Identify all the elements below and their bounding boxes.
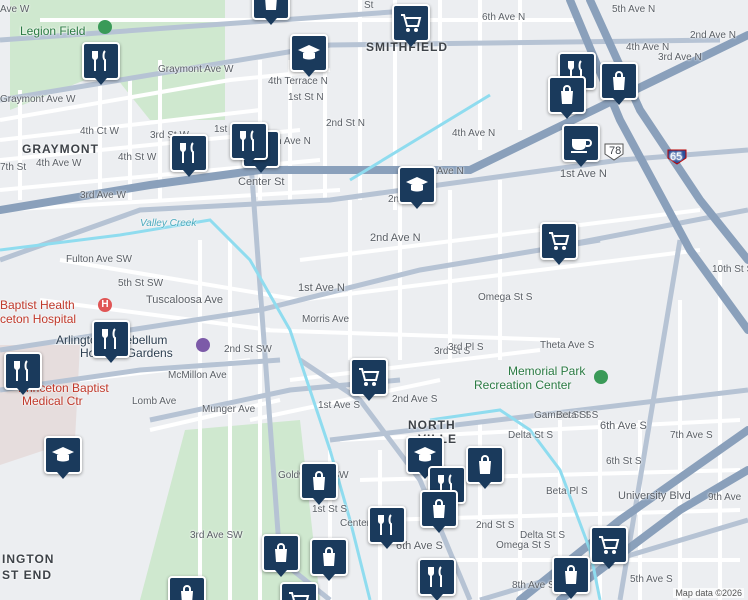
hospital-icon[interactable]: H [98,298,112,312]
street-label: 2nd Ave S [392,394,438,405]
street-label: 1st St N [288,92,324,103]
street-label: 9th Ave [708,492,742,503]
street-label: 6th Ave S [600,420,647,432]
shopping-bag-icon[interactable] [262,534,300,577]
street-label: 3rd Ave W [80,190,126,201]
stadium-icon[interactable] [98,20,112,34]
coffee-icon[interactable] [562,124,600,167]
street-label: Delta St S [508,430,554,441]
street-label: 5th Ave S [630,574,673,585]
street-label: 6th Ave N [482,12,526,23]
street-label: 10th St S [712,264,748,275]
street-label: 2nd St N [326,118,365,129]
map-canvas[interactable]: GRAYMONT SMITHFIELD NORTH VILLE INGTON S… [0,0,748,600]
street-label: Omega St S [496,540,551,551]
school-icon[interactable] [290,34,328,77]
shopping-bag-icon[interactable] [466,446,504,489]
restaurant-icon[interactable] [4,352,42,395]
street-label: Graymont Ave W [0,94,76,105]
restaurant-icon[interactable] [92,320,130,363]
poi-label-memorial-park-2[interactable]: Recreation Center [474,378,571,392]
school-icon[interactable] [44,436,82,479]
street-label: 2nd St SW [224,344,272,355]
museum-icon[interactable] [196,338,210,352]
shopping-bag-icon[interactable] [252,0,290,25]
highway-shield-us78: 78 [609,145,622,157]
street-label: Fulton Ave SW [66,254,132,265]
area-label-north: NORTH [408,418,456,432]
poi-label-baptist-health[interactable]: Baptist Health [0,298,75,312]
street-label: McMillon Ave [168,370,227,381]
street-label: 2nd St S [476,520,515,531]
shopping-bag-icon[interactable] [600,62,638,105]
street-label: 7th St [0,162,27,173]
street-label: 6th St S [606,456,642,467]
restaurant-icon[interactable] [418,558,456,600]
restaurant-icon[interactable] [230,122,268,165]
street-label: Lomb Ave [132,396,177,407]
street-label: Morris Ave [302,314,350,325]
poi-label-baptist-health-2[interactable]: ceton Hospital [0,312,76,326]
street-label: 4th Ave N [452,128,496,139]
street-label: Delta St S [520,530,566,541]
street-label: 7th Ave S [670,430,713,441]
area-label-graymont: GRAYMONT [22,142,99,156]
school-icon[interactable] [398,166,436,209]
shopping-cart-icon[interactable] [540,222,578,265]
street-label: Beta Pl S [546,486,588,497]
water-label-valley-creek: Valley Creek [140,218,197,229]
street-label: University Blvd [618,490,691,502]
poi-label-princeton-2[interactable]: Medical Ctr [22,394,83,408]
street-label: h Ave N [276,136,311,147]
street-label: St [364,0,374,11]
street-label: 5th Ave N [612,4,656,15]
street-label: 1st Ave N [298,282,345,294]
street-label: Tuscaloosa Ave [146,294,224,306]
street-label: 3rd Ave N [658,52,702,63]
street-label: 5th St SW [118,278,164,289]
shopping-bag-icon[interactable] [310,538,348,581]
street-label: Center St [238,176,285,188]
street-label: Theta Ave S [540,340,595,351]
street-label: 4th Terrace N [268,76,328,87]
shopping-cart-icon[interactable] [590,526,628,569]
map-attribution: Map data ©2026 [673,588,744,598]
shopping-bag-icon[interactable] [552,556,590,599]
restaurant-icon[interactable] [82,42,120,85]
restaurant-icon[interactable] [368,506,406,549]
street-label: Ave W [0,4,30,15]
shopping-cart-icon[interactable] [350,358,388,401]
street-label: 3rd Pl S [448,342,484,353]
poi-label-memorial-park[interactable]: Memorial Park [508,364,585,378]
area-label-st-end: ST END [2,568,53,582]
shopping-bag-icon[interactable] [548,76,586,119]
area-label-ington: INGTON [2,552,55,566]
park-icon[interactable] [594,370,608,384]
shopping-cart-icon[interactable] [392,4,430,47]
street-label: 2nd Ave N [690,30,736,41]
street-label: 1st St S [312,504,348,515]
highway-shield-i65: 65 [670,151,683,163]
shopping-bag-icon[interactable] [168,576,206,600]
shopping-cart-icon[interactable] [280,582,318,600]
street-label: 8th Ave S [512,580,555,591]
street-label: Graymont Ave W [158,64,234,75]
restaurant-icon[interactable] [170,134,208,177]
shopping-bag-icon[interactable] [300,462,338,505]
street-label: Omega St S [478,292,533,303]
street-label: 4th Ave W [36,158,82,169]
street-label: 4th Ct W [80,126,119,137]
street-label: 4th St W [118,152,157,163]
street-label: 2nd Ave N [370,232,421,244]
street-label: 1st Ave S [318,400,361,411]
poi-label-legion-field[interactable]: Legion Field [20,24,85,38]
shopping-bag-icon[interactable] [420,490,458,533]
street-label: 1st Ave N [560,168,607,180]
street-label: 3rd Ave SW [190,530,243,541]
street-label: Munger Ave [202,404,256,415]
street-label: Beta St S [556,410,599,421]
